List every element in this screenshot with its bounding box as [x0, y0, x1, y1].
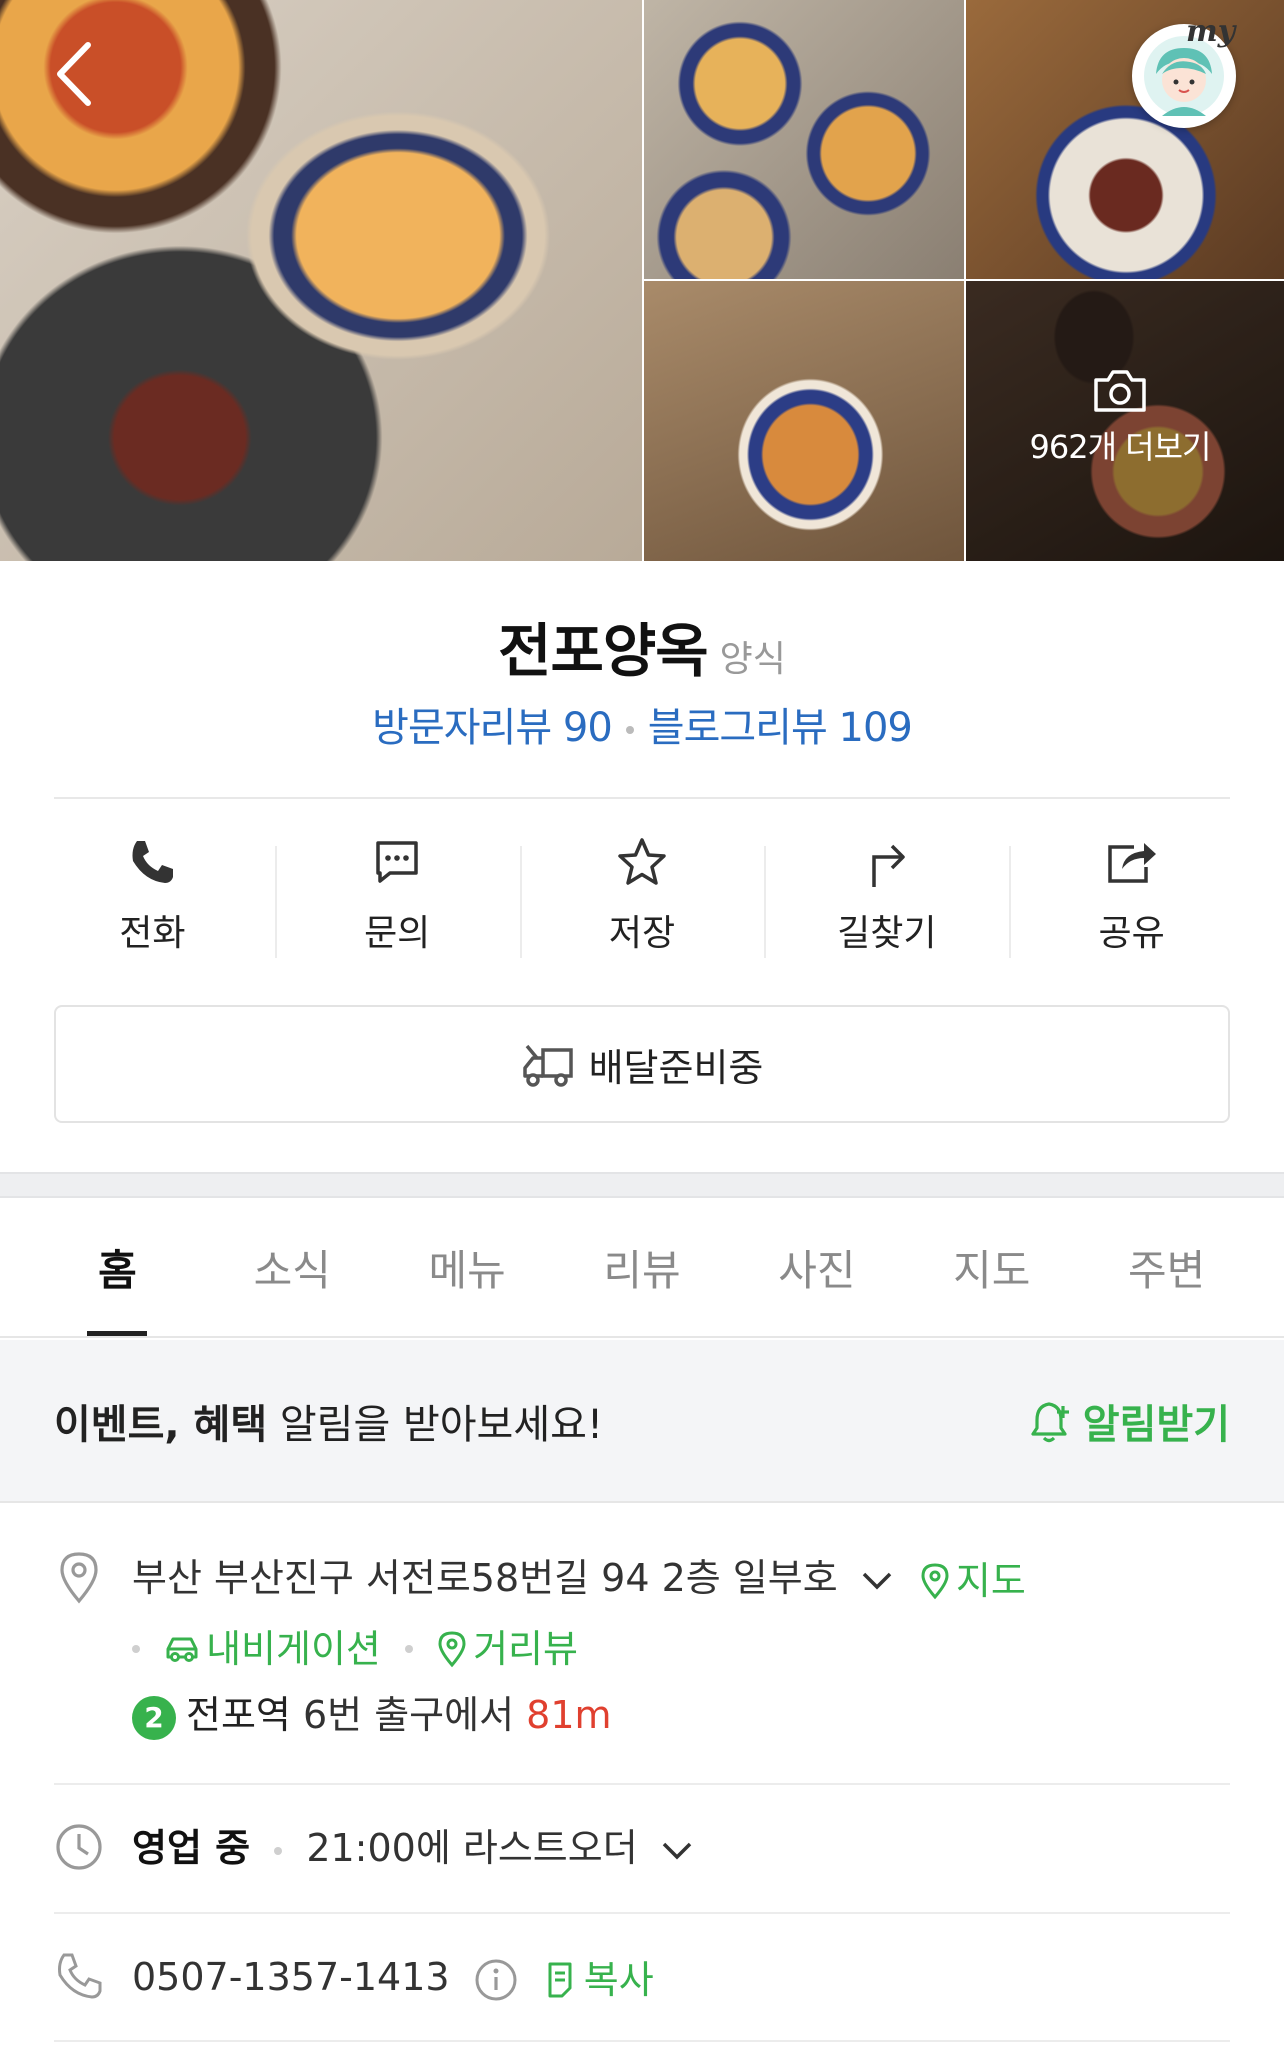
map-link[interactable]: 지도 [920, 1548, 1026, 1614]
blog-review-link[interactable]: 블로그리뷰 109 [648, 705, 913, 751]
notification-message: 이벤트, 혜택 알림을 받아보세요! [54, 1392, 603, 1450]
copy-icon [548, 1962, 572, 1997]
tab-menu[interactable]: 메뉴 [380, 1198, 555, 1336]
directions-label: 길찾기 [837, 913, 937, 954]
delivery-truck-icon [522, 1044, 573, 1087]
separator-dot [132, 1645, 140, 1653]
inquiry-label: 문의 [364, 913, 431, 954]
action-bar: 전화 문의 저장 길찾기 공유 [30, 834, 1254, 964]
divider [54, 1912, 1230, 1914]
share-icon [1107, 843, 1156, 883]
navigation-label: 내비게이션 [206, 1627, 381, 1671]
info-icon [475, 1959, 517, 2000]
delivery-label: 배달준비중 [588, 1045, 764, 1090]
phone-info-button[interactable] [474, 1958, 518, 2002]
clock-icon [56, 1824, 102, 1870]
bell-plus-icon [1031, 1401, 1069, 1442]
save-label: 저장 [608, 913, 676, 954]
tab-bar: 홈 소식 메뉴 리뷰 사진 지도 주변 [0, 1198, 1284, 1338]
delivery-button[interactable]: 배달준비중 [54, 1005, 1230, 1123]
copy-phone-button[interactable]: 복사 [542, 1947, 654, 2013]
my-label: my [1186, 14, 1236, 49]
tab-home[interactable]: 홈 [30, 1198, 205, 1336]
phone-icon [132, 841, 174, 883]
exit-text: 6번 출구에서 [302, 1693, 515, 1737]
open-status: 영업 중 [132, 1826, 251, 1870]
back-button[interactable] [46, 36, 102, 112]
call-button[interactable]: 전화 [30, 834, 275, 964]
more-photos-button[interactable]: 962개 더보기 [1000, 368, 1240, 468]
photo-gallery [0, 0, 1284, 561]
divider [54, 797, 1230, 799]
star-icon [618, 838, 666, 885]
notification-bold: 이벤트, 혜택 [54, 1401, 268, 1448]
divider [54, 2040, 1230, 2042]
chevron-down-icon [862, 1572, 892, 1589]
photo-thumb-3[interactable] [644, 281, 964, 561]
phone-section: 0507-1357-1413 복사 [54, 1944, 1230, 2013]
hours-expand-button[interactable] [660, 1840, 694, 1862]
separator-dot [625, 726, 634, 734]
visitor-review-link[interactable]: 방문자리뷰 90 [372, 705, 613, 751]
tab-nearby[interactable]: 주변 [1079, 1198, 1254, 1336]
chat-icon [376, 841, 418, 883]
chevron-left-icon [57, 42, 91, 106]
more-photos-label: 962개 더보기 [1029, 428, 1211, 466]
tab-photo[interactable]: 사진 [729, 1198, 904, 1336]
station-name: 전포역 [186, 1693, 291, 1737]
phone-number[interactable]: 0507-1357-1413 [132, 1955, 450, 1999]
location-pin-icon [60, 1552, 98, 1604]
notification-text: 알림을 받아보세요! [267, 1401, 603, 1448]
chevron-down-icon [662, 1842, 692, 1859]
navigation-link[interactable]: 내비게이션 [164, 1616, 381, 1682]
share-label: 공유 [1098, 913, 1165, 954]
place-title: 전포양옥 양식 [0, 604, 1284, 688]
subscribe-alarm-button[interactable]: 알림받기 [1029, 1392, 1230, 1450]
map-link-label: 지도 [955, 1558, 1026, 1603]
streetview-pin-icon [438, 1631, 466, 1668]
place-category: 양식 [719, 639, 786, 680]
directions-icon [872, 844, 905, 887]
tab-map[interactable]: 지도 [904, 1198, 1079, 1336]
photo-thumb-1[interactable] [644, 0, 964, 279]
place-name: 전포양옥 [498, 617, 708, 685]
phone-outline-icon [58, 1953, 102, 1999]
address-expand-button[interactable] [860, 1570, 894, 1592]
map-pin-icon [921, 1562, 949, 1599]
last-order-text: 21:00에 라스트오더 [306, 1826, 638, 1870]
subway-line-badge: 2 [132, 1695, 176, 1740]
review-counts: 방문자리뷰 90 블로그리뷰 109 [0, 695, 1284, 753]
section-gap [0, 1172, 1284, 1198]
call-label: 전화 [119, 913, 186, 954]
address-section: 부산 부산진구 서전로58번길 94 2층 일부호 지도 내비게이션 거리뷰 2… [54, 1545, 1230, 1748]
inquiry-button[interactable]: 문의 [274, 834, 520, 964]
address-text: 부산 부산진구 서전로58번길 94 2층 일부호 [132, 1556, 838, 1600]
separator-dot [405, 1645, 413, 1653]
separator-dot [274, 1846, 283, 1855]
streetview-label: 거리뷰 [473, 1627, 578, 1671]
tab-review[interactable]: 리뷰 [555, 1198, 730, 1336]
directions-button[interactable]: 길찾기 [764, 834, 1009, 964]
notification-banner: 이벤트, 혜택 알림을 받아보세요! 알림받기 [0, 1340, 1284, 1503]
subscribe-alarm-label: 알림받기 [1082, 1401, 1230, 1448]
hours-section[interactable]: 영업 중 21:00에 라스트오더 [54, 1815, 1230, 1881]
streetview-link[interactable]: 거리뷰 [437, 1616, 578, 1682]
photo-thumb-2[interactable] [966, 0, 1284, 279]
car-icon [166, 1637, 198, 1662]
distance-text: 81m [526, 1693, 612, 1737]
copy-label: 복사 [583, 1957, 654, 2002]
share-button[interactable]: 공유 [1009, 834, 1254, 964]
tab-news[interactable]: 소식 [205, 1198, 380, 1336]
camera-icon [1094, 370, 1146, 412]
save-button[interactable]: 저장 [519, 834, 765, 964]
divider [54, 1783, 1230, 1785]
